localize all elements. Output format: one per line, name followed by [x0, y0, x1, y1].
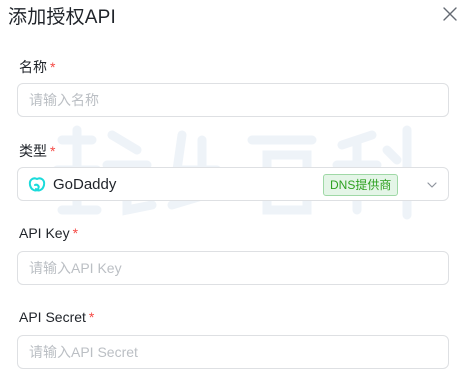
chevron-down-icon [427, 182, 437, 188]
required-mark: * [50, 59, 56, 75]
provider-category-badge: DNS提供商 [323, 174, 399, 196]
type-label: 类型 * [19, 143, 56, 159]
dialog-title: 添加授权API [8, 7, 117, 28]
selected-provider: GoDaddy [53, 176, 117, 193]
required-mark: * [88, 309, 95, 325]
close-button[interactable] [438, 2, 462, 26]
name-input[interactable] [17, 83, 449, 117]
api-secret-label: API Secret * [19, 309, 95, 325]
godaddy-logo-icon [28, 177, 46, 192]
api-key-label: API Key * [19, 225, 79, 241]
type-select[interactable]: GoDaddy DNS提供商 [17, 167, 449, 201]
required-mark: * [72, 225, 79, 241]
api-key-input[interactable] [17, 251, 449, 285]
api-secret-input[interactable] [17, 335, 449, 369]
required-mark: * [50, 143, 56, 159]
name-label: 名称 * [19, 59, 56, 75]
close-icon [443, 7, 457, 21]
